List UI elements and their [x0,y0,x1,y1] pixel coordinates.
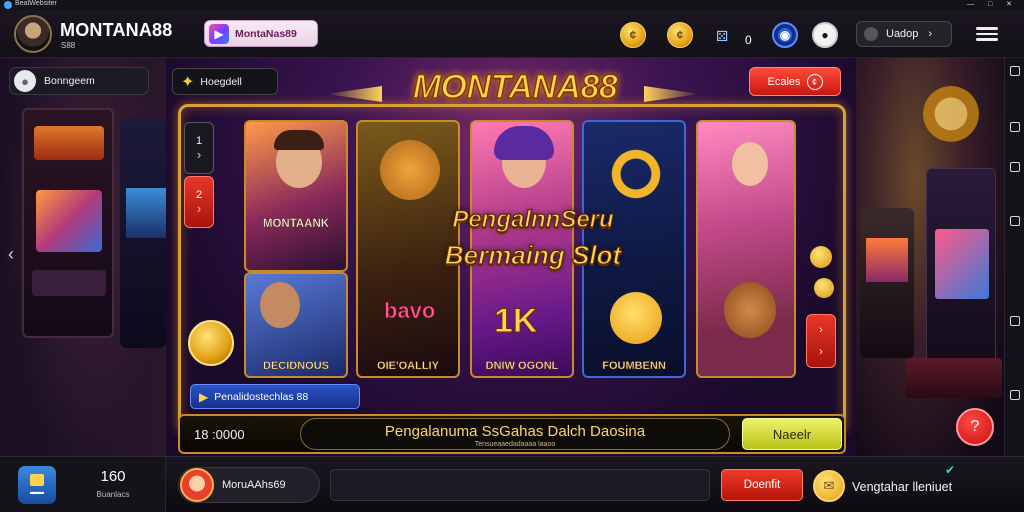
notification-icon[interactable]: ● [812,22,838,48]
gift-icon[interactable]: ✉ [813,470,845,502]
window-icon[interactable] [1010,122,1020,132]
user-name: Bonngeem [44,75,95,87]
card-title: 1K [493,302,538,341]
arcade-machine-image [860,208,914,358]
banner-top-button-label: Ecales [767,75,801,88]
arcade-machine-image [926,168,996,378]
player-avatar [180,468,214,502]
user-avatar-icon: ● [14,70,36,92]
arcade-machine-image [22,108,114,338]
play-icon: ▶ [209,23,229,44]
balance-count: 160 [100,468,126,485]
side-scroll-button[interactable]: › › [806,314,836,368]
banner-top-button[interactable]: Ecales ¢ [749,67,841,96]
banner-tag[interactable]: ✦ Hoegdell [172,68,278,95]
game-card-cash[interactable]: DECIDNOUS [244,272,348,378]
support-icon[interactable]: ? [956,408,994,446]
chevron-left-icon[interactable]: ‹ [8,244,14,265]
user-profile-pill[interactable]: ● Bonngeem [9,67,149,95]
star-icon: ✦ [181,73,195,91]
banner-overlay-line-2: Bermaing Slot [444,239,622,270]
message-input[interactable] [330,469,710,501]
wing-decoration [644,86,700,102]
marquee-text: Pengalanuma SsGahas Dalch Daosina [384,423,646,440]
banner-tag-label: Hoegdell [200,75,242,88]
logo-avatar[interactable] [14,15,52,53]
player-pill[interactable]: MoruAAhs69 [178,467,320,503]
wallet-app-icon[interactable]: ▬▬ [18,466,56,504]
language-button[interactable]: Uadop › [856,21,952,47]
coin-icon: ¢ [806,73,823,90]
app-window: BeatWebsiter — □ ✕ MONTANA88 S88 ▶ Monta… [0,0,1024,512]
player-name: MoruAAhs69 [222,479,286,491]
chevron-right-icon: › [928,28,933,40]
window-icon[interactable] [1010,316,1020,326]
chevron-icon: › [196,200,202,216]
countdown-code: 18 :0000 [194,427,245,442]
promo-bar-label: Penalidostechlas 88 [214,390,309,403]
go-button[interactable]: Naeelr [742,418,842,450]
check-icon: ✔ [945,463,956,477]
gold-coin-icon [188,320,234,366]
globe-icon [864,27,878,41]
coin-icon[interactable]: ¢ [620,22,646,48]
marquee-text-box: Pengalanuma SsGahas Dalch Daosina Tensue… [300,418,730,450]
wing-decoration [326,86,382,102]
banner-bottom-strip: 18 :0000 Pengalanuma SsGahas Dalch Daosi… [178,414,846,454]
promo-bar[interactable]: ▶ Penalidostechlas 88 [190,384,360,409]
window-icon[interactable] [1010,162,1020,172]
language-label: Uadop [886,28,919,40]
step-button-1[interactable]: 1 › [184,122,214,174]
app-icon [4,1,12,9]
balance-label: Buanlacs [96,490,130,499]
right-panel [856,58,1004,456]
title-bar: BeatWebsiter — □ ✕ [0,0,1024,10]
promo-chip-label: MontaNas89 [235,27,297,40]
promo-chip[interactable]: ▶ MontaNas89 [204,20,318,47]
emblem-image [920,86,982,148]
menu-icon[interactable] [976,24,998,44]
marquee-subtext: Tensueaaedadaaaa laaoo [474,441,556,448]
banner-title: MONTANA88 [412,67,619,107]
window-icon[interactable] [1010,216,1020,226]
game-card-goddess[interactable] [696,120,796,378]
deposit-button[interactable]: Doenfit [721,469,803,501]
left-sidebar: ● Bonngeem ‹ [0,58,166,456]
dock-label: Vengtahar lleniuet [852,480,953,494]
arcade-machine-image [120,118,166,348]
vip-badge-icon[interactable]: ◉ [772,22,798,48]
chevron-icon: › [196,146,202,162]
pointer-icon: ▶ [199,389,209,404]
brand-title: MONTANA88 [60,20,173,40]
window-icon[interactable] [1010,390,1020,400]
coin-stack-icon[interactable]: ¢ [667,22,693,48]
banner-overlay-line-1: PengalnnSeru [452,205,615,233]
brand-subtitle: S88 [61,41,76,50]
gold-coin-icon [814,278,834,298]
card-caption: DNIW OGONL [485,360,559,372]
counter-value: 0 [745,33,752,47]
dock-left-panel: ▬▬ 160 Buanlacs [0,457,166,512]
bottom-dock: ▬▬ 160 Buanlacs MoruAAhs69 Doenfit ✉ Ven… [0,456,1024,512]
card-caption: MONTAANK [262,218,330,230]
card-caption: FOUMBENN [602,360,666,372]
app-name: BeatWebsiter [15,0,57,7]
gold-coin-icon [810,246,832,268]
window-icon[interactable] [1010,66,1020,76]
card-caption: DECIDNOUS [262,360,329,372]
step-button-2[interactable]: 2 › [184,176,214,228]
step-number: 1 [195,134,203,147]
hero-banner: MONTANA88 ✦ Hoegdell Ecales ¢ 1 › 2 › MO… [166,58,856,456]
step-number: 2 [195,188,203,201]
top-header: MONTANA88 S88 ▶ MontaNas89 ¢ ¢ ⚄ 0 ◉ ● U… [0,10,1024,58]
card-caption: OIE'OALLIY [377,360,439,372]
side-rail [1004,58,1024,456]
dice-icon[interactable]: ⚄ [716,28,728,45]
window-controls[interactable]: — □ ✕ [967,0,1018,8]
game-card-hero[interactable]: MONTAANK [244,120,348,272]
casino-table-image [906,358,1002,398]
